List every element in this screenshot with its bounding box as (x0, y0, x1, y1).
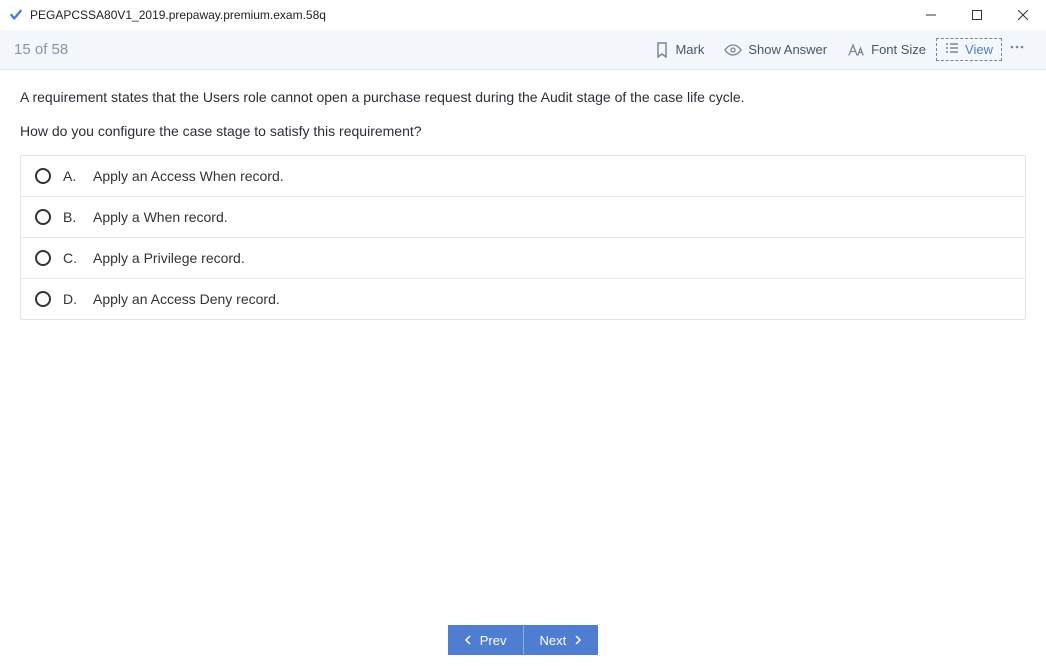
view-button[interactable]: View (936, 38, 1002, 61)
more-button[interactable] (1002, 36, 1032, 63)
window-controls (908, 0, 1046, 30)
font-size-icon (847, 43, 865, 57)
page-indicator: 15 of 58 (14, 41, 68, 58)
radio-icon (35, 291, 51, 307)
window-titlebar: PEGAPCSSA80V1_2019.prepaway.premium.exam… (0, 0, 1046, 30)
toolbar: 15 of 58 Mark Show Answer Font Size View (0, 30, 1046, 70)
radio-icon (35, 250, 51, 266)
font-size-button[interactable]: Font Size (837, 38, 936, 61)
more-icon (1008, 40, 1026, 59)
prev-label: Prev (480, 633, 507, 648)
option-letter: A. (63, 168, 81, 184)
bookmark-icon (655, 42, 669, 58)
options-list: A. Apply an Access When record. B. Apply… (20, 155, 1026, 320)
option-text: Apply an Access Deny record. (93, 291, 280, 307)
radio-icon (35, 209, 51, 225)
option-d[interactable]: D. Apply an Access Deny record. (21, 279, 1025, 319)
option-letter: B. (63, 209, 81, 225)
footer-nav: Prev Next (0, 614, 1046, 666)
font-size-label: Font Size (871, 42, 926, 57)
option-text: Apply an Access When record. (93, 168, 284, 184)
titlebar-left: PEGAPCSSA80V1_2019.prepaway.premium.exam… (0, 7, 908, 23)
question-line-2: How do you configure the case stage to s… (20, 122, 1026, 142)
question-line-1: A requirement states that the Users role… (20, 88, 1026, 108)
window-close-button[interactable] (1000, 0, 1046, 30)
list-view-icon (945, 42, 959, 57)
chevron-left-icon (464, 635, 472, 645)
option-b[interactable]: B. Apply a When record. (21, 197, 1025, 238)
window-title: PEGAPCSSA80V1_2019.prepaway.premium.exam… (30, 8, 326, 22)
window-minimize-button[interactable] (908, 0, 954, 30)
option-a[interactable]: A. Apply an Access When record. (21, 156, 1025, 197)
show-answer-label: Show Answer (748, 42, 827, 57)
chevron-right-icon (574, 635, 582, 645)
next-button[interactable]: Next (524, 625, 599, 655)
window-maximize-button[interactable] (954, 0, 1000, 30)
option-c[interactable]: C. Apply a Privilege record. (21, 238, 1025, 279)
option-text: Apply a When record. (93, 209, 228, 225)
mark-button[interactable]: Mark (645, 38, 714, 62)
mark-label: Mark (675, 42, 704, 57)
option-letter: D. (63, 291, 81, 307)
question-content: A requirement states that the Users role… (0, 70, 1046, 614)
radio-icon (35, 168, 51, 184)
prev-button[interactable]: Prev (448, 625, 524, 655)
app-icon (8, 7, 24, 23)
option-text: Apply a Privilege record. (93, 250, 245, 266)
view-label: View (965, 42, 993, 57)
next-label: Next (540, 633, 567, 648)
eye-icon (724, 43, 742, 57)
option-letter: C. (63, 250, 81, 266)
show-answer-button[interactable]: Show Answer (714, 38, 837, 61)
